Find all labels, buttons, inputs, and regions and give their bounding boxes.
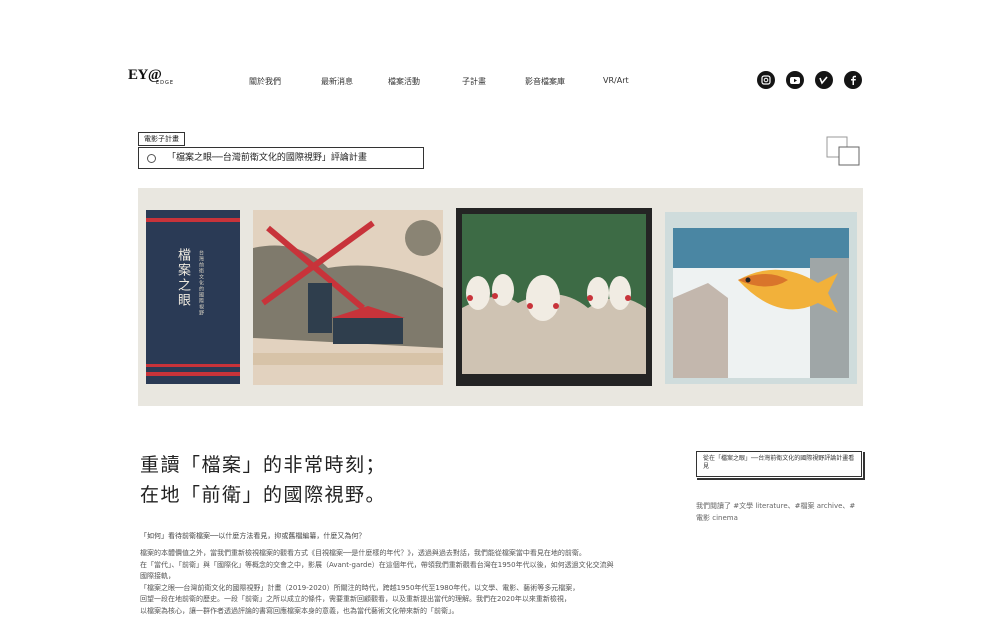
copy-link-icon[interactable] — [826, 136, 860, 166]
headline-line-2: 在地「前衛」的國際視野。 — [140, 484, 387, 506]
sidebar-note: 我們閱讀了 #文學 literature、#檔案 archive、#電影 cin… — [696, 502, 856, 522]
body-paragraph: 回望一段在地前衛的歷史。一段「前衛」之所以成立的條件，需要重新回顧觀看，以及重新… — [140, 595, 571, 603]
nav-media-archive[interactable]: 影音檔案庫 — [525, 76, 565, 87]
site-logo[interactable]: EY@ EDGE — [128, 64, 198, 94]
instagram-icon[interactable] — [757, 71, 775, 89]
nav-vr-art[interactable]: VR/Art — [603, 76, 629, 85]
article-headline: 重讀「檔案」的非常時刻； 在地「前衛」的國際視野。 — [140, 450, 386, 510]
article-body: 檔案的本體價值之外，當我們重新檢視檔案的觀看方式《目視檔案──是什麼樣的年代？》… — [140, 548, 618, 617]
project-title-box[interactable]: 「檔案之眼──台灣前衛文化的國際視野」評論計畫 — [138, 147, 424, 169]
body-paragraph: 在「當代」、「前衛」與「國際化」等概念的交會之中，影展（Avant-garde）… — [140, 560, 614, 581]
facebook-icon[interactable] — [844, 71, 862, 89]
book-subtitle: 台灣前衛文化的國際視野 — [198, 250, 204, 316]
circle-icon — [147, 154, 156, 163]
headline-line-1: 重讀「檔案」的非常時刻； — [140, 454, 387, 476]
sidebar-quote-box: 從在「檔案之眼」──台灣前衛文化的國際視野評論計畫看見 — [696, 451, 865, 480]
book-title: 檔案之眼 — [175, 248, 190, 308]
project-tag[interactable]: 電影子計畫 — [138, 132, 185, 146]
vimeo-icon[interactable] — [815, 71, 833, 89]
nav-news[interactable]: 最新消息 — [321, 76, 353, 87]
youtube-icon[interactable] — [786, 71, 804, 89]
nav-events[interactable]: 檔案活動 — [388, 76, 420, 87]
project-title: 「檔案之眼──台灣前衛文化的國際視野」評論計畫 — [167, 153, 367, 163]
banner-image: 檔案之眼 台灣前衛文化的國際視野 — [138, 188, 863, 406]
body-paragraph: 「檔案之眼──台灣前衛文化的國際視野」計畫（2019-2020）所關注的時代，跨… — [140, 583, 580, 592]
article-question: 「如何」看待前衛檔案──以什麼方法看見，抑或舊檔編纂，什麼又為何？ — [140, 532, 366, 540]
logo-subtext: EDGE — [156, 80, 175, 86]
body-paragraph: 檔案的本體價值之外，當我們重新檢視檔案的觀看方式《目視檔案──是什麼樣的年代？》… — [140, 549, 586, 557]
sidebar-quote: 從在「檔案之眼」──台灣前衛文化的國際視野評論計畫看見 — [703, 455, 855, 470]
nav-about[interactable]: 關於我們 — [249, 76, 281, 87]
nav-subprojects[interactable]: 子計畫 — [462, 76, 486, 87]
body-paragraph: 以檔案為核心，讓一群作者透過評論的書寫回應檔案本身的意義，也為當代藝術文化帶來新… — [140, 606, 459, 615]
